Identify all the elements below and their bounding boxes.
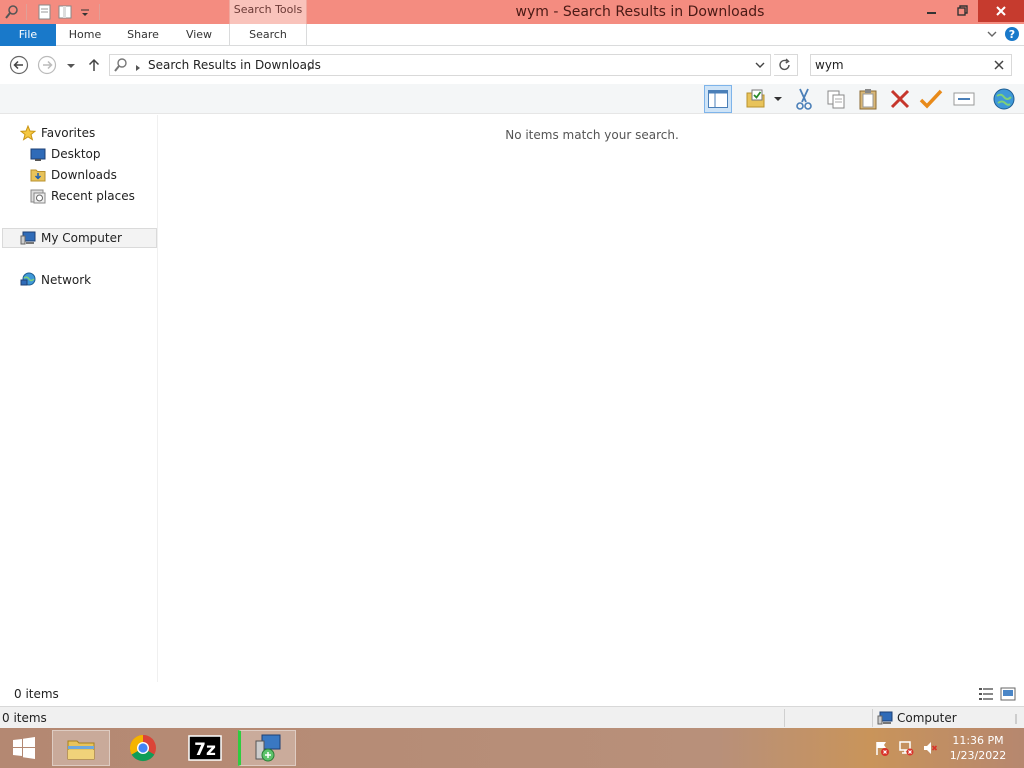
nav-my-computer[interactable]: My Computer (2, 228, 157, 248)
volume-muted-icon[interactable] (922, 740, 938, 759)
resize-grip-icon[interactable] (1011, 713, 1021, 728)
start-button[interactable] (0, 730, 48, 766)
clear-search-icon[interactable] (993, 58, 1005, 72)
status-location: Computer (897, 711, 957, 725)
new-folder-icon[interactable] (57, 4, 73, 20)
rename-check-button[interactable] (917, 85, 945, 113)
large-icons-view-icon[interactable] (1000, 686, 1016, 705)
chrome-taskbar-icon[interactable] (114, 730, 172, 766)
window-title: wym - Search Results in Downloads (515, 4, 765, 20)
bottom-status-bar: 0 items Computer (0, 706, 1024, 728)
network-setup-taskbar-icon[interactable] (238, 730, 296, 766)
tab-home[interactable]: Home (58, 24, 112, 46)
forward-button[interactable] (37, 55, 57, 75)
details-view-icon[interactable] (978, 686, 994, 705)
select-options-chevron-icon[interactable] (770, 85, 786, 113)
ribbon-right-controls: ? (986, 26, 1020, 45)
divider (872, 709, 873, 727)
recent-places-icon (30, 188, 46, 204)
nav-network[interactable]: Network (20, 270, 91, 290)
clock-time: 11:36 PM (952, 734, 1004, 747)
search-results-icon (113, 57, 129, 76)
globe-icon[interactable] (990, 85, 1018, 113)
tab-search[interactable]: Search (229, 24, 307, 46)
preview-pane-button[interactable] (704, 85, 732, 113)
window-status-bar: 0 items (0, 683, 1024, 705)
nav-downloads[interactable]: Downloads (30, 165, 117, 185)
computer-icon (877, 710, 893, 729)
action-center-flag-icon[interactable] (874, 740, 890, 759)
cut-button[interactable] (790, 85, 818, 113)
copy-button[interactable] (822, 85, 850, 113)
address-row: Search Results in Downloads (0, 47, 1024, 84)
address-history-chevron-icon[interactable] (754, 59, 766, 74)
magnifier-icon[interactable] (4, 4, 20, 20)
minimize-button[interactable] (916, 0, 947, 22)
clock-date: 1/23/2022 (949, 749, 1007, 762)
svg-text:?: ? (1009, 28, 1015, 41)
search-box[interactable] (810, 54, 1012, 76)
address-bar[interactable]: Search Results in Downloads (109, 54, 771, 76)
title-bar: Search Tools wym - Search Results in Dow… (0, 0, 1024, 24)
recent-locations-chevron-icon[interactable] (64, 55, 78, 75)
tab-view[interactable]: View (172, 24, 226, 46)
refresh-button[interactable] (774, 54, 798, 76)
desktop-icon (30, 146, 46, 162)
7zip-taskbar-icon[interactable]: 7z (176, 730, 234, 766)
taskbar-clock[interactable]: 11:36 PM 1/23/2022 (948, 733, 1008, 763)
breadcrumb-search-results[interactable]: Search Results in Downloads (148, 55, 321, 75)
nav-desktop-label: Desktop (51, 147, 101, 161)
customize-qat-chevron-icon[interactable] (77, 4, 93, 20)
ribbon-tabs: File Home Share View Search ? (0, 24, 1024, 46)
tab-share[interactable]: Share (116, 24, 170, 46)
quick-access-toolbar (0, 0, 100, 24)
network-icon (20, 272, 36, 288)
search-input[interactable] (815, 56, 985, 74)
help-icon[interactable]: ? (1004, 26, 1020, 45)
item-count: 0 items (14, 687, 59, 701)
network-status-icon[interactable] (898, 740, 914, 759)
up-button[interactable] (86, 55, 102, 75)
properties-icon[interactable] (37, 4, 53, 20)
properties-button[interactable] (950, 85, 978, 113)
nav-recent-places-label: Recent places (51, 189, 135, 203)
divider (784, 709, 785, 727)
expand-ribbon-chevron-icon[interactable] (986, 28, 998, 43)
divider (26, 4, 27, 20)
breadcrumb-chevron-icon[interactable] (306, 61, 314, 75)
star-icon (19, 124, 37, 141)
window-controls (916, 0, 1024, 22)
bottom-item-count: 0 items (2, 711, 47, 725)
nav-favorites[interactable]: Favorites (19, 123, 96, 143)
nav-desktop[interactable]: Desktop (30, 144, 101, 164)
nav-recent-places[interactable]: Recent places (30, 186, 135, 206)
svg-text:7z: 7z (194, 740, 216, 760)
breadcrumb-chevron-icon[interactable] (134, 61, 142, 75)
nav-my-computer-label: My Computer (41, 231, 122, 245)
command-toolbar (0, 84, 1024, 114)
nav-favorites-label: Favorites (41, 126, 96, 140)
delete-button[interactable] (886, 85, 914, 113)
select-folder-button[interactable] (742, 85, 770, 113)
empty-results-message: No items match your search. (505, 128, 679, 142)
computer-icon (20, 230, 36, 246)
view-switcher (978, 686, 1016, 705)
close-button[interactable] (978, 0, 1024, 22)
nav-downloads-label: Downloads (51, 168, 117, 182)
restore-button[interactable] (947, 0, 978, 22)
search-tools-context-header: Search Tools (229, 0, 307, 24)
taskbar: 7z 11:36 PM 1/23/2022 (0, 728, 1024, 768)
back-button[interactable] (9, 55, 29, 75)
paste-button[interactable] (854, 85, 882, 113)
file-explorer-taskbar-icon[interactable] (52, 730, 110, 766)
downloads-folder-icon (30, 167, 46, 183)
navigation-pane: Favorites Desktop Downloads Recent place… (0, 115, 158, 682)
divider (99, 4, 100, 20)
nav-network-label: Network (41, 273, 92, 287)
tab-file[interactable]: File (0, 24, 56, 46)
